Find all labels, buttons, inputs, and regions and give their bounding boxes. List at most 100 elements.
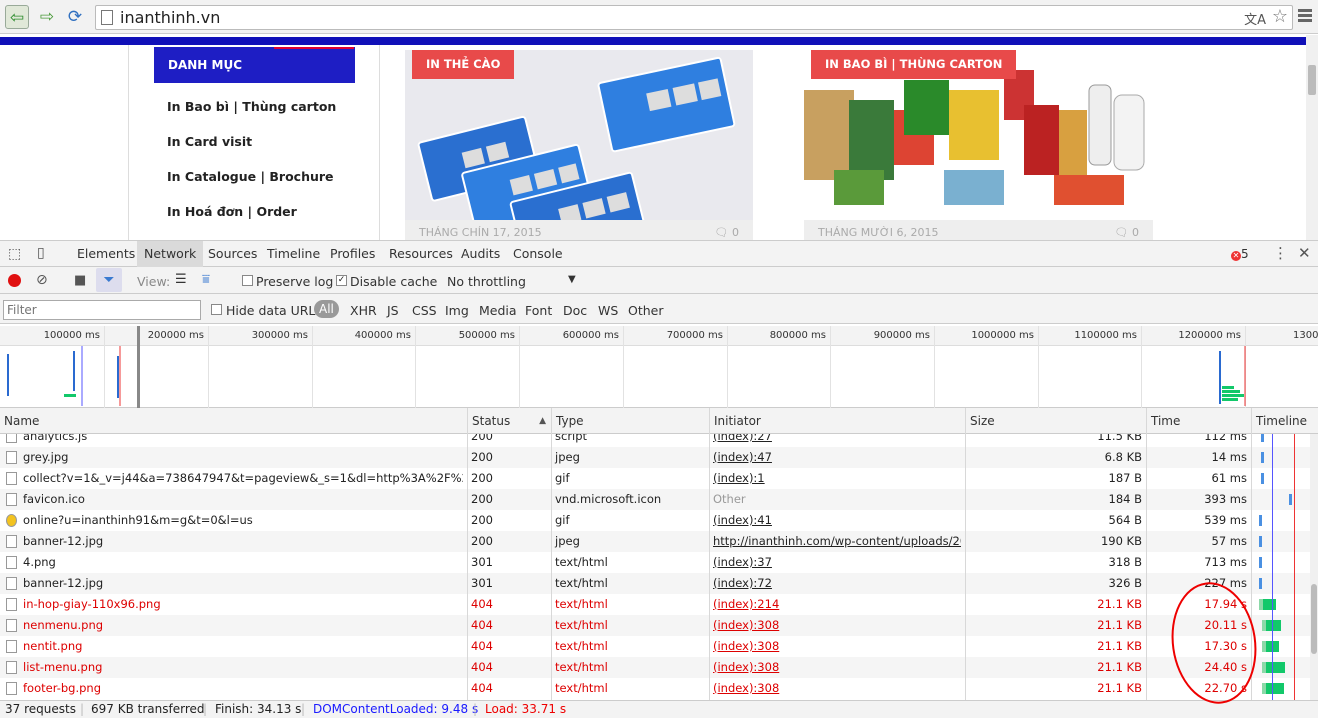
category-link[interactable]: In Catalogue | Brochure <box>167 169 334 184</box>
device-mode-icon[interactable]: ▯ <box>37 245 45 261</box>
column-time[interactable]: Time <box>1146 408 1251 434</box>
filter-type-font[interactable]: Font <box>525 303 552 318</box>
initiator-cell[interactable]: (index):41 <box>709 510 961 531</box>
hide-data-urls-checkbox[interactable] <box>211 304 222 315</box>
file-icon <box>6 434 17 443</box>
reload-icon[interactable]: ⟳ <box>63 5 87 29</box>
preserve-log-checkbox[interactable] <box>242 275 253 286</box>
initiator-cell[interactable]: (index):308 <box>709 615 961 636</box>
initiator-cell[interactable]: (index):308 <box>709 657 961 678</box>
error-counter[interactable]: ✕ 5 <box>1231 247 1249 261</box>
filter-type-css[interactable]: CSS <box>412 303 437 318</box>
table-row[interactable]: grey.jpg 200 jpeg (index):47 6.8 KB 14 ms <box>0 447 1318 468</box>
hamburger-menu-icon[interactable] <box>1298 9 1312 24</box>
table-row[interactable]: banner-12.jpg 301 text/html (index):72 326 B… <box>0 573 1318 594</box>
tab-profiles[interactable]: Profiles <box>323 241 382 267</box>
file-icon <box>6 556 17 569</box>
back-arrow-icon[interactable]: ⇦ <box>5 5 29 29</box>
tab-timeline[interactable]: Timeline <box>260 241 327 267</box>
table-row[interactable]: list-menu.png 404 text/html (index):308 21.1… <box>0 657 1318 678</box>
column-status[interactable]: Status ▲ <box>467 408 551 434</box>
capture-screenshots-icon[interactable]: ■ <box>74 273 86 288</box>
column-type[interactable]: Type <box>551 408 709 434</box>
column-name[interactable]: Name <box>0 408 467 434</box>
name-cell: online?u=inanthinh91&m=g&t=0&l=us <box>23 513 253 527</box>
initiator-cell[interactable]: http://inanthinh.com/wp-content/uploads/… <box>709 531 961 552</box>
initiator-cell[interactable]: (index):214 <box>709 594 961 615</box>
table-row[interactable]: banner-12.jpg 200 jpeg http://inanthinh.com… <box>0 531 1318 552</box>
table-row[interactable]: analytics.js 200 script (index):27 11.5 KB 11… <box>0 434 1318 447</box>
category-link[interactable]: In Hoá đơn | Order <box>167 204 297 219</box>
category-link[interactable]: In Bao bì | Thùng carton <box>167 99 336 114</box>
comment-count[interactable]: 🗨 0 <box>715 226 739 239</box>
clear-icon[interactable]: ⊘ <box>36 272 48 288</box>
chevron-down-icon[interactable]: ▼ <box>568 274 576 285</box>
initiator-cell[interactable]: (index):1 <box>709 468 961 489</box>
filter-type-js[interactable]: JS <box>387 303 399 318</box>
table-row[interactable]: favicon.ico 200 vnd.microsoft.icon Other 184… <box>0 489 1318 510</box>
table-row[interactable]: nentit.png 404 text/html (index):308 21.1 KB… <box>0 636 1318 657</box>
name-cell: analytics.js <box>23 434 88 443</box>
page-scrollbar[interactable] <box>1306 35 1318 240</box>
table-row[interactable]: footer-bg.png 404 text/html (index):308 21.1… <box>0 678 1318 699</box>
filter-icon[interactable]: ⏷ <box>96 268 122 292</box>
filter-type-all[interactable]: All <box>314 300 339 318</box>
domcontentloaded-marker <box>1272 434 1273 700</box>
address-bar[interactable]: inanthinh.vn 文A ☆ <box>95 5 1293 30</box>
close-icon[interactable]: ✕ <box>1298 244 1311 262</box>
post-card[interactable]: IN THẺ CÀO THÁNG CHÍN 17, 2015 🗨 0 <box>405 50 753 240</box>
post-card[interactable]: IN BAO BÌ | THÙNG CARTON THÁNG MƯỜI 6, 2… <box>804 50 1153 240</box>
table-scrollbar[interactable] <box>1310 434 1318 700</box>
network-overview[interactable]: 100000 ms 200000 ms 300000 ms 400000 ms 5000… <box>0 326 1318 408</box>
web-page: DANH MỤC In Bao bì | Thùng carton In Car… <box>0 45 1306 240</box>
filter-type-other[interactable]: Other <box>628 303 664 318</box>
bookmark-star-icon[interactable]: ☆ <box>1272 6 1288 27</box>
tab-network[interactable]: Network <box>137 241 204 267</box>
network-status-bar: 37 requests | 697 KB transferred | Finis… <box>0 700 1318 718</box>
initiator-cell[interactable]: (index):47 <box>709 447 961 468</box>
tab-elements[interactable]: Elements <box>70 241 142 267</box>
table-row[interactable]: online?u=inanthinh91&m=g&t=0&l=us 200 gif (… <box>0 510 1318 531</box>
initiator-cell[interactable]: (index):72 <box>709 573 961 594</box>
table-row[interactable]: in-hop-giay-110x96.png 404 text/html (index… <box>0 594 1318 615</box>
initiator-cell[interactable]: Other <box>709 489 961 510</box>
filter-type-img[interactable]: Img <box>445 303 469 318</box>
post-category-tag[interactable]: IN THẺ CÀO <box>412 50 515 79</box>
initiator-cell[interactable]: (index):27 <box>709 434 961 447</box>
filter-type-ws[interactable]: WS <box>598 303 618 318</box>
tab-console[interactable]: Console <box>506 241 570 267</box>
filter-type-xhr[interactable]: XHR <box>350 303 377 318</box>
tab-audits[interactable]: Audits <box>454 241 507 267</box>
filter-type-media[interactable]: Media <box>479 303 517 318</box>
initiator-cell[interactable]: (index):37 <box>709 552 961 573</box>
url-text[interactable]: inanthinh.vn <box>120 8 220 27</box>
more-options-icon[interactable]: ⋮ <box>1273 244 1288 262</box>
forward-arrow-icon[interactable]: ⇨ <box>35 5 59 29</box>
name-cell: banner-12.jpg <box>23 534 104 548</box>
overview-icon[interactable]: ⩸ <box>202 272 210 287</box>
initiator-cell[interactable]: (index):308 <box>709 636 961 657</box>
post-category-tag[interactable]: IN BAO BÌ | THÙNG CARTON <box>811 50 1017 79</box>
time-cell: 112 ms <box>1204 434 1247 443</box>
throttling-select[interactable]: No throttling <box>447 274 526 289</box>
comment-count[interactable]: 🗨 0 <box>1115 226 1139 239</box>
translate-icon[interactable]: 文A <box>1244 9 1266 28</box>
column-size[interactable]: Size <box>965 408 1146 434</box>
large-rows-icon[interactable]: ☰ <box>175 272 187 287</box>
category-link[interactable]: In Card visit <box>167 134 252 149</box>
column-initiator[interactable]: Initiator <box>709 408 965 434</box>
table-row[interactable]: collect?v=1&_v=j44&a=738647947&t=pagevie… <box>0 468 1318 489</box>
filter-input[interactable] <box>3 300 201 320</box>
table-row[interactable]: 4.png 301 text/html (index):37 318 B 713 ms <box>0 552 1318 573</box>
tab-sources[interactable]: Sources <box>201 241 264 267</box>
initiator-cell[interactable]: (index):308 <box>709 678 961 699</box>
table-row[interactable]: nenmenu.png 404 text/html (index):308 21.1 K… <box>0 615 1318 636</box>
tab-resources[interactable]: Resources <box>382 241 460 267</box>
record-icon[interactable] <box>8 274 21 287</box>
inspect-element-icon[interactable]: ⬚ <box>8 246 21 262</box>
filter-type-doc[interactable]: Doc <box>563 303 587 318</box>
disable-cache-checkbox[interactable]: ✓ <box>336 275 347 286</box>
name-cell: collect?v=1&_v=j44&a=738647947&t=pagevie… <box>23 471 463 485</box>
column-timeline[interactable]: Timeline <box>1251 408 1318 434</box>
sort-ascending-icon: ▲ <box>539 416 546 426</box>
